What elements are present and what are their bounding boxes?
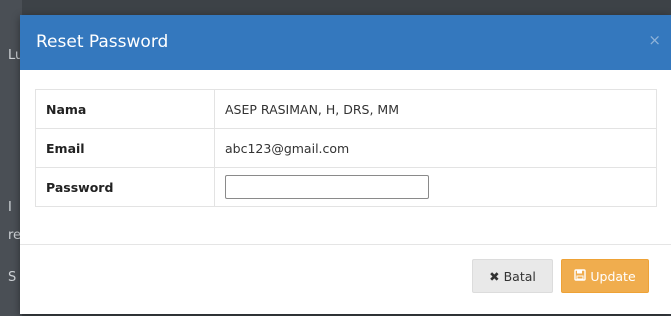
email-value: abc123@gmail.com — [214, 128, 657, 168]
table-row: Email abc123@gmail.com — [35, 128, 657, 168]
email-label: Email — [35, 128, 215, 168]
close-icon[interactable]: × — [648, 31, 661, 49]
close-icon: ✖ — [489, 268, 500, 284]
reset-password-modal: Reset Password × Nama ASEP RASIMAN, H, D… — [20, 15, 671, 314]
table-row: Nama ASEP RASIMAN, H, DRS, MM — [35, 89, 657, 129]
modal-header: Reset Password × — [20, 15, 671, 70]
footer-divider — [20, 244, 671, 245]
backdrop-text: S — [8, 270, 17, 285]
cancel-button[interactable]: ✖ Batal — [472, 259, 553, 293]
update-button-label: Update — [590, 268, 636, 284]
backdrop-text: I — [8, 200, 12, 215]
modal-title: Reset Password — [36, 32, 169, 52]
cancel-button-label: Batal — [503, 268, 536, 284]
user-info-table: Nama ASEP RASIMAN, H, DRS, MM Email abc1… — [35, 89, 657, 207]
password-cell — [214, 167, 657, 207]
modal-body: Nama ASEP RASIMAN, H, DRS, MM Email abc1… — [20, 70, 671, 207]
page-backdrop: Lu I re S — [0, 0, 23, 316]
name-value: ASEP RASIMAN, H, DRS, MM — [214, 89, 657, 129]
update-button[interactable]: Update — [561, 259, 649, 293]
password-label: Password — [35, 167, 215, 207]
name-label: Nama — [35, 89, 215, 129]
save-icon — [574, 268, 587, 284]
table-row: Password — [35, 167, 657, 207]
password-input[interactable] — [225, 175, 429, 199]
